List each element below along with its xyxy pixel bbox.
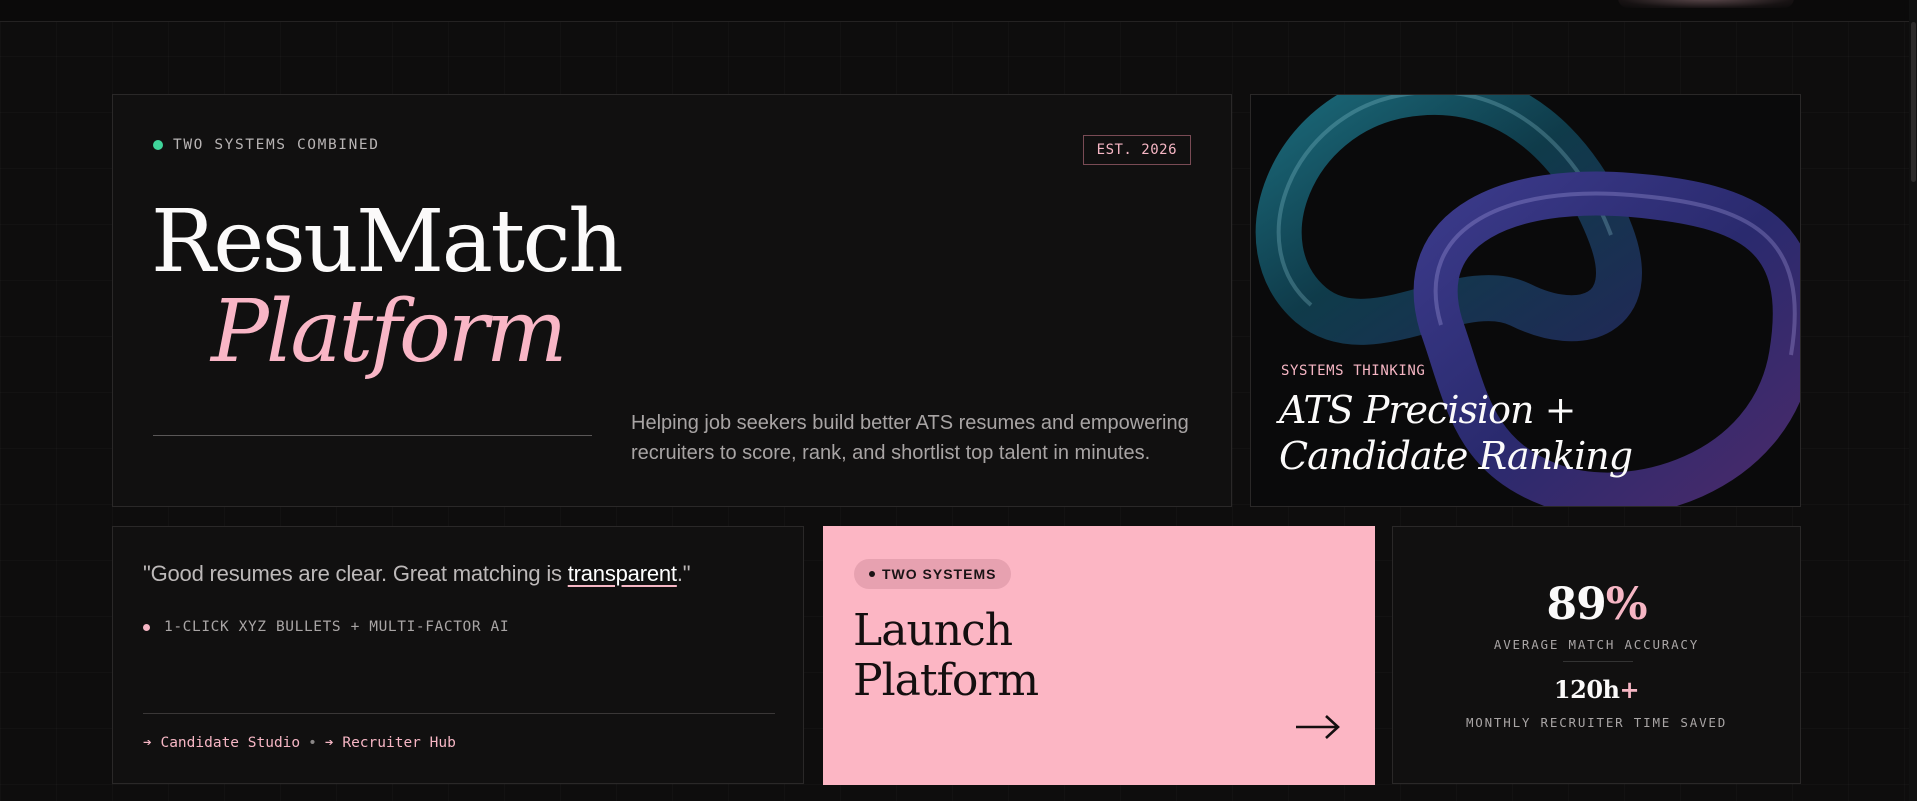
bullet-dot-icon <box>143 623 150 631</box>
feature-bullet-label: 1-CLICK XYZ BULLETS + MULTI-FACTOR AI <box>164 619 510 635</box>
visual-title-line2: Candidate Ranking <box>1279 434 1633 478</box>
visual-title-line1: ATS Precision + <box>1279 388 1576 432</box>
quote-divider <box>143 713 775 714</box>
top-nav-bar <box>0 0 1917 22</box>
status-dot-icon <box>153 140 163 150</box>
stats-card: 89% AVERAGE MATCH ACCURACY 120h+ MONTHLY… <box>1392 526 1801 784</box>
recruiter-hub-link[interactable]: ➔ Recruiter Hub <box>325 735 456 751</box>
match-accuracy-number: 89 <box>1546 579 1606 630</box>
time-saved-suffix: + <box>1619 675 1640 704</box>
launch-title: Launch Platform <box>853 605 1039 706</box>
established-badge: EST. 2026 <box>1082 135 1191 165</box>
quote-text: "Good resumes are clear. Great matching … <box>143 561 691 587</box>
hero-eyebrow-label: TWO SYSTEMS COMBINED <box>173 137 380 153</box>
hero-card: TWO SYSTEMS COMBINED EST. 2026 ResuMatch… <box>112 94 1232 507</box>
match-accuracy-caption: AVERAGE MATCH ACCURACY <box>1493 637 1700 652</box>
arrow-right-icon[interactable] <box>1295 714 1341 740</box>
chip-dot-icon <box>869 571 875 577</box>
quote-text-end: ." <box>676 561 691 586</box>
hero-eyebrow: TWO SYSTEMS COMBINED <box>153 137 380 153</box>
match-accuracy-unit: % <box>1605 579 1648 630</box>
visual-label: SYSTEMS THINKING <box>1281 363 1426 379</box>
link-separator: • <box>308 735 317 751</box>
launch-platform-card[interactable]: TWO SYSTEMS Launch Platform <box>823 526 1375 785</box>
candidate-studio-link[interactable]: ➔ Candidate Studio <box>143 735 300 751</box>
launch-title-line2: Platform <box>853 655 1039 706</box>
quote-card: "Good resumes are clear. Great matching … <box>112 526 804 784</box>
page-scrollbar[interactable] <box>1909 0 1917 801</box>
nav-cta-button[interactable] <box>1618 0 1794 8</box>
stats-divider <box>1563 661 1633 662</box>
hero-divider <box>153 435 592 436</box>
quick-links: ➔ Candidate Studio • ➔ Recruiter Hub <box>143 735 456 751</box>
page-title: ResuMatch <box>151 192 624 292</box>
hero-description: Helping job seekers build better ATS res… <box>631 412 1189 464</box>
feature-bullet: 1-CLICK XYZ BULLETS + MULTI-FACTOR AI <box>143 619 509 635</box>
quote-text-start: "Good resumes are clear. Great matching … <box>143 561 568 586</box>
launch-title-line1: Launch <box>853 605 1013 656</box>
time-saved-number: 120h <box>1553 675 1620 704</box>
time-saved-value: 120h+ <box>1393 675 1800 704</box>
chip-label: TWO SYSTEMS <box>882 566 997 582</box>
match-accuracy-value: 89% <box>1393 579 1800 630</box>
two-systems-chip: TWO SYSTEMS <box>854 559 1012 589</box>
quote-highlight: transparent <box>567 561 677 586</box>
visual-card: SYSTEMS THINKING ATS Precision + Candida… <box>1250 94 1801 507</box>
time-saved-caption: MONTHLY RECRUITER TIME SAVED <box>1465 715 1728 730</box>
visual-title: ATS Precision + Candidate Ranking <box>1279 387 1633 479</box>
scrollbar-thumb[interactable] <box>1911 22 1916 182</box>
page-subtitle: Platform <box>211 282 567 382</box>
